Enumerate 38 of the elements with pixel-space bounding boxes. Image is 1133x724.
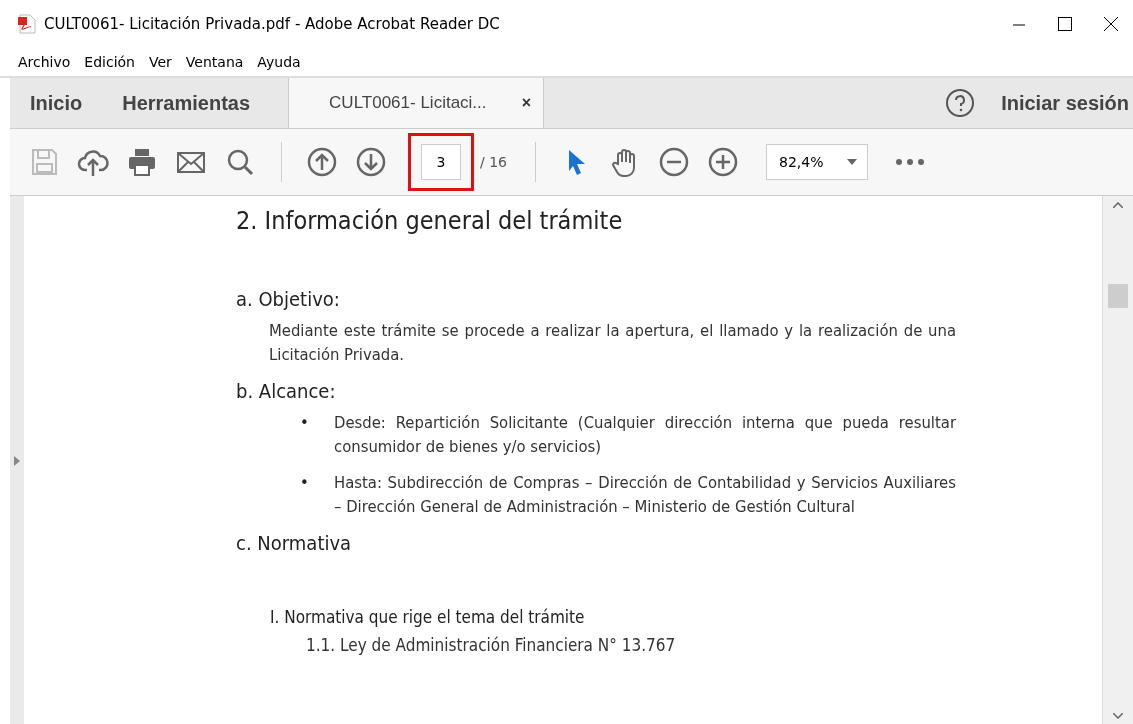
pdf-file-icon <box>18 14 36 34</box>
menu-item[interactable]: Archivo <box>18 54 71 70</box>
section-heading: 2. Información general del trámite <box>236 206 624 235</box>
scrollbar[interactable] <box>1102 196 1133 724</box>
printer-icon[interactable] <box>126 146 158 178</box>
subsection-heading: a. Objetivo: <box>236 287 341 311</box>
outline-heading: I. Normativa que rige el tema del trámite <box>270 607 586 627</box>
help-icon[interactable] <box>945 88 976 118</box>
subsection-heading: b. Alcance: <box>236 379 337 403</box>
bullet: • <box>300 472 310 494</box>
window-title: CULT0061- Licitación Privada.pdf - Adobe Acrobat Reader DC <box>44 15 500 33</box>
subsection-heading: c. Normativa <box>236 531 353 555</box>
side-panel-toggle[interactable] <box>10 196 24 724</box>
menu-item[interactable]: Ventana <box>185 54 244 70</box>
outline-item: 1.1. Ley de Administración Financiera N° 13.767 <box>306 635 677 655</box>
bullet: • <box>300 412 310 434</box>
menu-item[interactable]: Edición <box>84 54 135 70</box>
menu-item[interactable]: Ayuda <box>257 54 301 70</box>
expand-arrow-icon[interactable] <box>14 455 20 466</box>
tab[interactable]: Herramientas <box>102 78 271 128</box>
zoom-out-icon[interactable] <box>658 146 690 178</box>
dropdown-caret-icon <box>847 159 857 165</box>
page-count: / 16 <box>480 154 507 170</box>
close-tab-icon[interactable]: × <box>521 94 532 112</box>
paragraph: Mediante este trámite se procede a realizar la apertura, el llamado y la realización de una Licitación Privada. <box>269 320 956 366</box>
zoom-in-icon[interactable] <box>707 146 739 178</box>
list-text: Desde: Repartición Solicitante (Cualquier dirección interna que pueda resultar consumidor de bienes y/o servicios) <box>334 412 956 458</box>
tab[interactable]: CULT0061- Licitaci... × <box>288 78 545 128</box>
sign-in-link[interactable]: Iniciar sesión <box>1001 91 1129 115</box>
scroll-down-icon[interactable] <box>1113 713 1123 719</box>
tab[interactable]: Inicio <box>10 78 103 128</box>
page-number-field[interactable]: 3 <box>421 144 461 180</box>
zoom-dropdown[interactable]: 82,4% <box>766 144 868 180</box>
menu-item[interactable]: Ver <box>149 54 172 70</box>
scroll-thumb[interactable] <box>1108 283 1128 308</box>
scroll-up-icon[interactable] <box>1113 202 1123 208</box>
more-options-icon[interactable] <box>896 159 924 165</box>
list-text: Hasta: Subdirección de Compras – Dirección de Contabilidad y Servicios Auxiliares – Dirección General de Administración – Ministerio de Gestión Cultural <box>334 472 956 518</box>
